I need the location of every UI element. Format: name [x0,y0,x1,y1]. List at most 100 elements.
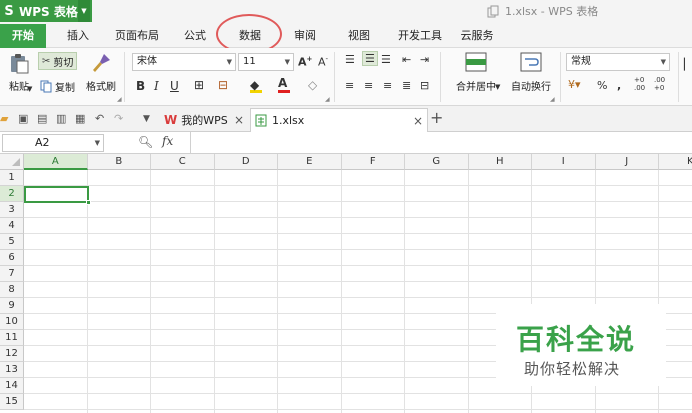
align-center-icon[interactable]: ≡ [364,79,373,92]
undo-icon[interactable]: ↶ [95,112,104,125]
justify-icon[interactable]: ≣ [402,79,411,92]
row-header-11[interactable]: 11 [0,330,24,346]
align-top-icon[interactable]: ☰ [345,53,355,66]
align-middle-icon[interactable]: ☰ [362,51,378,66]
dialog-launcher-icon[interactable]: ◢ [117,96,122,103]
column-header-d[interactable]: D [214,154,278,170]
app-menu-button[interactable]: S WPS 表格 ▼ [0,0,92,22]
tab-review[interactable]: 审阅 [284,24,326,48]
chevron-down-icon[interactable]: ▼ [78,0,90,22]
row-header-9[interactable]: 9 [0,298,24,314]
cut-button[interactable]: ✂ 剪切 [38,52,78,70]
percent-button[interactable]: % [597,79,607,92]
ribbon-separator [124,52,125,102]
fill-color-icon[interactable]: ◆ [250,78,262,93]
dialog-launcher-icon[interactable]: ◢ [325,96,330,103]
increase-decimal-button[interactable]: +0 .00 [634,76,650,92]
fill-pattern-icon[interactable]: ⊟ [218,78,228,92]
align-right-icon[interactable]: ≡ [383,79,392,92]
column-header-f[interactable]: F [341,154,405,170]
chevron-down-icon[interactable]: ▼ [495,83,500,91]
column-header-k[interactable]: K [659,154,692,170]
align-bottom-icon[interactable]: ☰ [381,53,391,66]
bold-button[interactable]: B [136,79,145,93]
insert-function-button[interactable]: fx [162,134,173,148]
font-color-button[interactable]: A [278,76,290,93]
row-header-13[interactable]: 13 [0,362,24,378]
save-icon[interactable]: ▣ [18,112,28,125]
name-box[interactable]: A2 ▼ [2,134,104,152]
tab-cloud[interactable]: 云服务 [454,24,500,48]
print-preview-icon[interactable]: ▦ [75,112,85,125]
column-header-c[interactable]: C [151,154,215,170]
tab-developer[interactable]: 开发工具 [392,24,448,48]
row-header-3[interactable]: 3 [0,202,24,218]
tab-1-xlsx[interactable]: 1.xlsx × [250,108,428,132]
tab-page-layout[interactable]: 页面布局 [108,24,166,48]
column-header-e[interactable]: E [278,154,342,170]
italic-button[interactable]: I [154,79,159,93]
row-header-5[interactable]: 5 [0,234,24,250]
decrease-font-icon[interactable]: A- [318,55,328,69]
ribbon-separator [440,52,441,102]
number-format-select[interactable]: 常规 ▼ [566,53,670,71]
wrap-text-button[interactable]: 自动换行 [508,52,554,93]
column-header-g[interactable]: G [405,154,469,170]
selected-cell[interactable] [24,186,89,203]
tab-home[interactable]: 开始 [0,24,46,48]
select-all-button[interactable] [0,154,24,170]
name-box-value: A2 [35,136,50,149]
font-size-select[interactable]: 11 ▼ [238,53,294,71]
tab-formulas[interactable]: 公式 [174,24,216,48]
copy-button[interactable]: 复制 [40,79,75,94]
row-header-14[interactable]: 14 [0,378,24,394]
chevron-down-icon: ▼ [660,58,666,66]
export-pdf-icon[interactable]: ▤ [37,112,47,125]
row-header-7[interactable]: 7 [0,266,24,282]
chevron-down-icon[interactable]: ▼ [143,114,150,124]
column-header-h[interactable]: H [468,154,532,170]
zoom-lookup-icon[interactable]: 🔍︎ [138,135,153,149]
dialog-launcher-icon[interactable]: ◢ [550,96,555,103]
row-header-10[interactable]: 10 [0,314,24,330]
row-header-2[interactable]: 2 [0,186,24,202]
close-icon[interactable]: × [413,114,423,128]
print-icon[interactable]: ▥ [56,112,66,125]
row-header-15[interactable]: 15 [0,394,24,410]
clear-format-icon[interactable]: ◇ [308,78,317,92]
column-header-j[interactable]: J [595,154,659,170]
fill-handle[interactable] [86,200,91,205]
underline-button[interactable]: U [170,79,179,93]
new-tab-button[interactable]: + [430,108,443,127]
row-header-1[interactable]: 1 [0,170,24,186]
decrease-decimal-button[interactable]: .00 +0 [654,76,670,92]
redo-icon[interactable]: ↷ [114,112,123,125]
column-header-a[interactable]: A [24,154,88,170]
open-folder-icon[interactable]: ▰ [0,112,8,125]
font-name-select[interactable]: 宋体 ▼ [132,53,236,71]
comma-button[interactable]: , [617,79,621,92]
row-header-4[interactable]: 4 [0,218,24,234]
merge-label: 合并居中 [456,82,496,93]
copy-icon [40,80,52,93]
more-icon[interactable]: ▏ [684,58,692,71]
chevron-down-icon[interactable]: ▼ [27,85,32,93]
row-header-12[interactable]: 12 [0,346,24,362]
column-header-i[interactable]: I [532,154,596,170]
close-icon[interactable]: × [234,113,244,127]
distributed-icon[interactable]: ⊟ [420,79,429,92]
borders-icon[interactable]: ⊞ [194,78,204,92]
ribbon-separator [560,52,561,102]
column-header-b[interactable]: B [87,154,151,170]
row-header-6[interactable]: 6 [0,250,24,266]
align-left-icon[interactable]: ≡ [345,79,354,92]
tab-view[interactable]: 视图 [338,24,380,48]
indent-increase-icon[interactable]: ⇥ [420,53,429,66]
tab-my-wps[interactable]: W 我的WPS × [160,108,248,132]
tab-insert[interactable]: 插入 [56,24,100,48]
row-header-8[interactable]: 8 [0,282,24,298]
increase-font-icon[interactable]: A+ [298,55,312,69]
format-painter-button[interactable]: 格式刷 [86,52,116,93]
indent-decrease-icon[interactable]: ⇤ [402,53,411,66]
currency-icon[interactable]: ¥▾ [568,78,581,91]
